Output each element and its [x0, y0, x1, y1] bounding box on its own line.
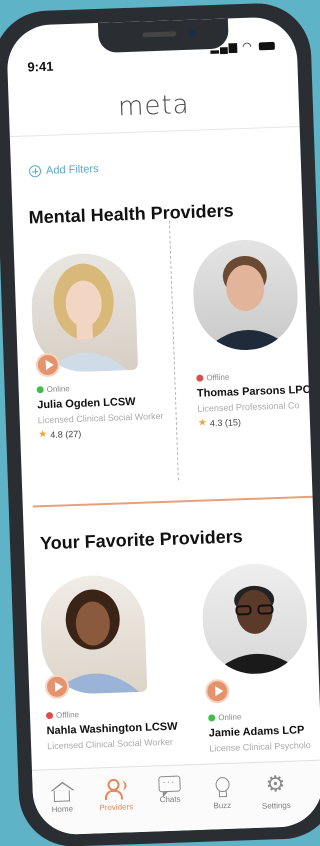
person-photo-icon — [203, 256, 292, 352]
tab-home[interactable]: Home — [36, 781, 87, 815]
offline-dot — [45, 711, 54, 720]
plus-circle-icon — [28, 165, 42, 178]
providers-icon — [104, 777, 127, 800]
chat-icon — [158, 775, 181, 793]
online-dot — [208, 714, 216, 722]
phone-frame: 9:41 ▂▄▆ ◠ meta Add Filters Mental Healt… — [0, 1, 320, 846]
tab-settings[interactable]: Settings — [250, 775, 301, 811]
provider-rating: ★ 4.8 (27) — [38, 428, 82, 441]
status-icons: ▂▄▆ ◠ — [210, 39, 275, 54]
play-video-button[interactable] — [44, 674, 70, 700]
favorite-status: Online — [208, 712, 242, 722]
header-divider — [9, 126, 300, 138]
tab-providers[interactable]: Providers — [90, 777, 141, 813]
tab-chats[interactable]: Chats — [144, 775, 195, 805]
add-filters-button[interactable]: Add Filters — [28, 163, 99, 178]
play-video-button[interactable] — [204, 678, 230, 704]
provider-role: Licensed Clinical Social Worker — [37, 410, 164, 426]
provider-name[interactable]: Julia Ogden LCSW — [37, 396, 136, 411]
tab-buzz[interactable]: Buzz — [196, 775, 247, 811]
signal-icon: ▂▄▆ — [210, 41, 239, 55]
app-logo: meta — [117, 89, 191, 123]
favorite-role: License Clinical Psycholo — [209, 739, 311, 754]
provider-status: Offline — [196, 373, 229, 383]
gear-icon — [264, 776, 287, 799]
section-title-favorites: Your Favorite Providers — [39, 526, 243, 554]
battery-icon — [258, 41, 275, 51]
favorite-role: Licensed Clinical Social Worker — [46, 736, 174, 752]
favorite-provider-photo[interactable] — [200, 562, 309, 676]
lightbulb-icon — [210, 776, 233, 799]
provider-status: Online — [36, 384, 70, 394]
app-screen: 9:41 ▂▄▆ ◠ meta Add Filters Mental Healt… — [5, 16, 320, 836]
bottom-tab-bar: Home Providers Chats Buzz Settings — [31, 759, 320, 836]
section-divider — [32, 495, 313, 508]
provider-photo[interactable] — [191, 238, 300, 352]
provider-rating: ★ 4.3 (15) — [197, 416, 242, 429]
favorite-status: Offline — [45, 710, 79, 720]
vertical-divider — [168, 220, 179, 481]
favorite-name[interactable]: Nahla Washington LCSW — [46, 721, 177, 738]
status-time: 9:41 — [27, 58, 54, 75]
offline-dot — [196, 374, 204, 382]
star-icon: ★ — [197, 417, 208, 429]
provider-name[interactable]: Thomas Parsons LPC — [197, 384, 311, 400]
person-photo-icon — [210, 585, 303, 676]
add-filters-label: Add Filters — [45, 163, 99, 177]
play-video-button[interactable] — [35, 352, 61, 378]
wifi-icon: ◠ — [241, 40, 253, 53]
favorite-name[interactable]: Jamie Adams LCP — [209, 724, 305, 739]
notch — [97, 18, 229, 53]
provider-role: Licensed Professional Co — [197, 400, 300, 414]
star-icon: ★ — [38, 429, 48, 441]
section-title-mental-health: Mental Health Providers — [28, 200, 234, 228]
home-icon — [53, 789, 71, 802]
online-dot — [36, 386, 44, 394]
